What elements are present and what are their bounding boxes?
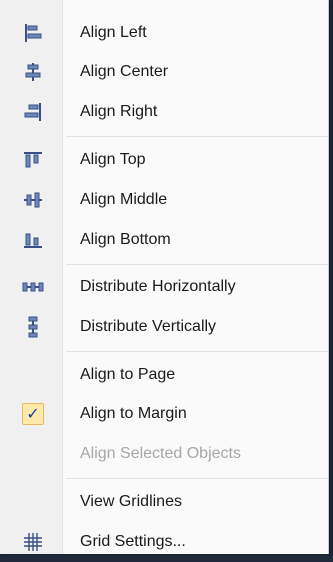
menu-item-align-left[interactable]: Align Left [0, 13, 328, 53]
align-center-icon [22, 61, 44, 83]
menu-item-label: Align Top [80, 151, 146, 168]
menu-item-label: Grid Settings... [80, 533, 186, 550]
menu-item-label: View Gridlines [80, 493, 182, 510]
check-indicator: ✓ [22, 403, 44, 425]
grid-icon [22, 531, 44, 553]
align-middle-icon [22, 189, 44, 211]
menu-item-label: Align Left [80, 24, 147, 41]
align-right-icon [22, 101, 44, 123]
distribute-vertically-icon [22, 316, 44, 338]
menu-item-align-middle[interactable]: Align Middle [0, 180, 328, 220]
menu-item-label: Align Right [80, 103, 158, 120]
menu-item-align-right[interactable]: Align Right [0, 92, 328, 132]
menu-item-label: Distribute Horizontally [80, 278, 236, 295]
menu-item-label: Align Center [80, 63, 169, 80]
menu-item-align-bottom[interactable]: Align Bottom [0, 220, 328, 260]
menu-separator [66, 351, 328, 352]
menu-item-align-top[interactable]: Align Top [0, 140, 328, 180]
menu-item-align-to-page[interactable]: Align to Page [0, 355, 328, 395]
menu-separator [66, 264, 328, 265]
align-context-menu: Align Left Align Center Align Right Alig… [0, 0, 329, 554]
menu-item-distribute-vertically[interactable]: Distribute Vertically [0, 307, 328, 347]
menu-item-label: Align Selected Objects [80, 445, 241, 462]
align-top-icon [22, 149, 44, 171]
check-icon: ✓ [22, 403, 44, 425]
align-bottom-icon [22, 229, 44, 251]
menu-item-distribute-horizontally[interactable]: Distribute Horizontally [0, 267, 328, 307]
menu-item-align-selected-objects: Align Selected Objects [0, 434, 328, 474]
menu-item-label: Align to Margin [80, 405, 187, 422]
menu-separator [66, 136, 328, 137]
distribute-horizontally-icon [22, 276, 44, 298]
menu-item-label: Align to Page [80, 366, 176, 383]
menu-item-label: Align Middle [80, 191, 168, 208]
menu-item-label: Distribute Vertically [80, 318, 217, 335]
menu-item-align-to-margin[interactable]: ✓ Align to Margin [0, 394, 328, 434]
menu-item-align-center[interactable]: Align Center [0, 52, 328, 92]
menu-item-label: Align Bottom [80, 231, 171, 248]
align-left-icon [22, 22, 44, 44]
menu-separator [66, 478, 328, 479]
menu-item-grid-settings[interactable]: Grid Settings... [0, 522, 328, 562]
menu-item-view-gridlines[interactable]: View Gridlines [0, 482, 328, 522]
